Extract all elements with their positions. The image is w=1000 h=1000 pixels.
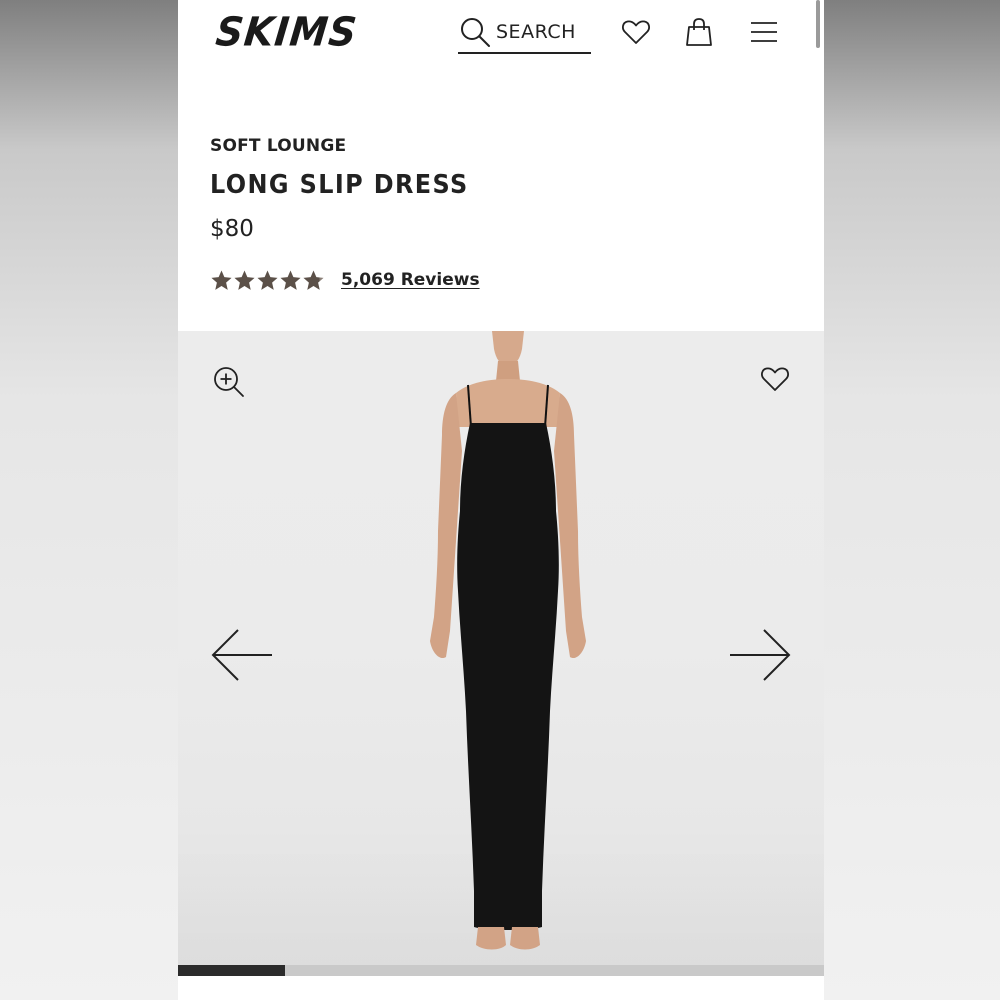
gallery-progress-fill (178, 965, 285, 976)
product-image-model (430, 331, 586, 950)
product-price: $80 (210, 216, 254, 242)
product-image-gallery[interactable] (178, 331, 824, 965)
brand-logo[interactable]: SKIMS (214, 9, 360, 55)
arrow-right-icon[interactable] (728, 627, 792, 683)
content-below (178, 976, 824, 1000)
background-left (0, 0, 178, 1000)
product-page: SKIMS SEARCH SOFT LOUNGE LONG SLIP DRESS… (178, 0, 824, 1000)
star-rating (210, 269, 325, 292)
background-right (824, 0, 1000, 1000)
hamburger-menu-icon[interactable] (748, 16, 780, 48)
zoom-in-icon[interactable] (212, 365, 246, 399)
collection-name[interactable]: SOFT LOUNGE (210, 136, 790, 156)
heart-icon[interactable] (620, 16, 652, 48)
search-label: SEARCH (496, 21, 576, 43)
product-info: SOFT LOUNGE LONG SLIP DRESS $80 5,069 Re… (210, 136, 790, 294)
star-icon (303, 269, 324, 290)
gallery-progress-bar (178, 965, 824, 976)
shopping-bag-icon[interactable] (683, 16, 715, 48)
product-title: LONG SLIP DRESS (210, 170, 469, 200)
search-icon (461, 18, 490, 47)
star-icon (234, 269, 255, 290)
star-icon (211, 269, 232, 290)
site-header: SKIMS SEARCH (178, 0, 824, 70)
rating-row: 5,069 Reviews (210, 266, 790, 294)
search-button[interactable]: SEARCH (458, 12, 591, 54)
star-icon (257, 269, 278, 290)
reviews-link[interactable]: 5,069 Reviews (341, 270, 480, 290)
star-icon (280, 269, 301, 290)
arrow-left-icon[interactable] (210, 627, 274, 683)
heart-icon[interactable] (759, 363, 791, 395)
